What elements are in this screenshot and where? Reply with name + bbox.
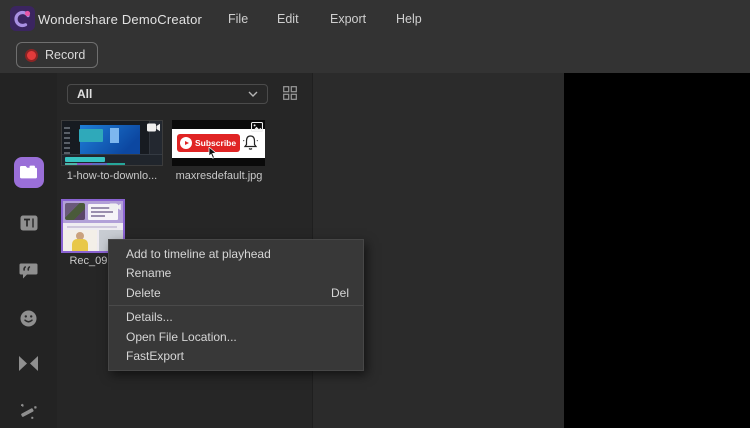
- sidebar-item-stickers[interactable]: [0, 301, 57, 335]
- media-filter-value: All: [77, 87, 93, 101]
- context-menu-item-add-to-timeline[interactable]: Add to timeline at playhead: [109, 244, 363, 264]
- media-filter-dropdown[interactable]: All: [67, 84, 268, 104]
- preview-panel: [314, 73, 750, 428]
- context-menu-item-details[interactable]: Details...: [109, 308, 363, 328]
- record-button-label: Record: [45, 48, 86, 62]
- thumb-folder-image: [110, 128, 119, 143]
- transitions-icon: [19, 355, 38, 371]
- active-tab-highlight: [13, 156, 44, 188]
- context-menu-item-fastexport[interactable]: FastExport: [109, 347, 363, 367]
- grid-view-icon[interactable]: [283, 86, 297, 100]
- thumb-text-line: [91, 211, 113, 213]
- thumb-progress-bar: [65, 157, 105, 162]
- context-menu-item-label: Details...: [126, 310, 173, 325]
- app-window: Wondershare DemoCreator File Edit Export…: [0, 0, 750, 428]
- media-item-label: 1-how-to-downlo...: [66, 170, 158, 182]
- context-menu-item-label: Delete: [126, 285, 161, 300]
- thumb-text-line: [91, 215, 105, 217]
- context-menu-item-label: FastExport: [126, 349, 185, 364]
- context-menu-item-label: Rename: [126, 266, 172, 281]
- context-menu-item-rename[interactable]: Rename: [109, 264, 363, 284]
- menubar-edit[interactable]: Edit: [277, 12, 299, 26]
- video-camera-icon: [109, 203, 121, 211]
- thumb-inner-window: [79, 129, 103, 142]
- cursor-pointer-icon: [208, 147, 217, 159]
- media-item-maxresdefault[interactable]: Subscribe: [172, 120, 265, 166]
- menubar-file[interactable]: File: [228, 12, 248, 26]
- chevron-down-icon: [248, 91, 258, 97]
- topbar: Wondershare DemoCreator File Edit Export…: [0, 0, 750, 73]
- sidebar-item-annotations[interactable]: [0, 254, 57, 288]
- magic-wand-icon: [20, 403, 37, 420]
- image-icon: [251, 122, 263, 132]
- thumb-webcam-block: [63, 230, 97, 251]
- media-item-label: maxresdefault.jpg: [175, 170, 263, 182]
- context-menu-item-label: Add to timeline at playhead: [126, 246, 271, 261]
- record-button[interactable]: Record: [16, 42, 99, 68]
- context-menu-item-label: Open File Location...: [126, 329, 237, 344]
- app-logo-icon: [10, 6, 35, 31]
- thumb-photo-block: [65, 203, 85, 220]
- sidebar-item-transitions[interactable]: [0, 346, 57, 380]
- folder-icon: [20, 165, 37, 179]
- sidebar-item-text[interactable]: [0, 206, 57, 240]
- sidebar: [0, 73, 57, 428]
- context-menu: Add to timeline at playhead Rename Delet…: [108, 239, 364, 371]
- thumb-clip-chips: [65, 163, 125, 165]
- app-title: Wondershare DemoCreator: [38, 12, 203, 27]
- context-menu-shortcut: Del: [330, 285, 349, 300]
- thumb-toolbar-strip: [64, 124, 70, 154]
- context-menu-separator: [109, 304, 363, 306]
- media-item-video-editor[interactable]: [61, 120, 163, 166]
- video-preview-frame[interactable]: [564, 73, 750, 428]
- context-menu-item-open-file-location[interactable]: Open File Location...: [109, 327, 363, 347]
- video-camera-icon: [147, 123, 160, 132]
- smiley-icon: [20, 310, 37, 326]
- context-menu-item-delete[interactable]: Delete Del: [109, 283, 363, 303]
- thumb-divider-line: [67, 226, 117, 228]
- sidebar-item-media[interactable]: [0, 155, 57, 189]
- menubar-help[interactable]: Help: [396, 12, 422, 26]
- thumb-person-body: [72, 239, 88, 251]
- record-dot-icon: [25, 48, 38, 62]
- bell-icon: [243, 135, 258, 150]
- play-circle-icon: [180, 137, 192, 149]
- text-tool-icon: [20, 215, 37, 231]
- sidebar-item-effects[interactable]: [0, 394, 57, 428]
- menubar-export[interactable]: Export: [330, 12, 366, 26]
- speech-bubble-icon: [19, 263, 38, 278]
